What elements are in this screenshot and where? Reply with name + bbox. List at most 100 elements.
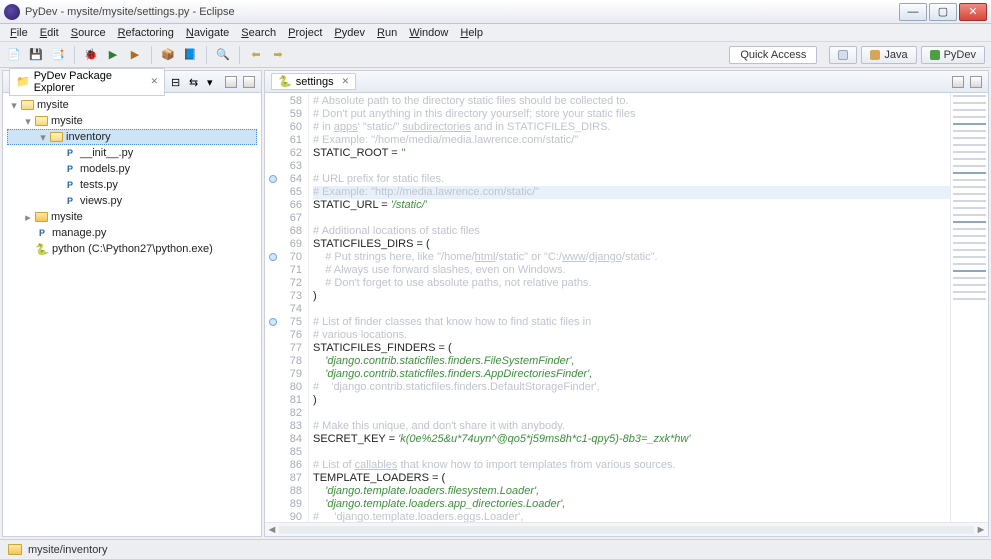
code-line[interactable]: # Always use forward slashes, even on Wi… (313, 264, 950, 277)
code-line[interactable]: 'django.template.loaders.filesystem.Load… (313, 485, 950, 498)
tree-node[interactable]: Pviews.py (7, 193, 257, 209)
code-line[interactable]: # URL prefix for static files. (313, 173, 950, 186)
code-line[interactable] (313, 212, 950, 225)
menu-navigate[interactable]: Navigate (180, 26, 235, 40)
overview-mark[interactable] (953, 207, 986, 209)
tree-node[interactable]: P__init__.py (7, 145, 257, 161)
overview-ruler[interactable] (950, 93, 988, 522)
code-line[interactable]: # Put strings here, like "/home/html/sta… (313, 251, 950, 264)
nav-fwd-icon[interactable]: ➡ (270, 47, 286, 63)
gutter-marker-icon[interactable] (269, 253, 277, 261)
overview-mark[interactable] (953, 151, 986, 153)
overview-mark[interactable] (953, 186, 986, 188)
overview-mark[interactable] (953, 242, 986, 244)
expand-icon[interactable]: ▸ (21, 211, 35, 224)
overview-mark[interactable] (953, 109, 986, 111)
code-line[interactable]: # 'django.contrib.staticfiles.finders.De… (313, 381, 950, 394)
menu-help[interactable]: Help (454, 26, 489, 40)
menu-refactoring[interactable]: Refactoring (112, 26, 180, 40)
menu-source[interactable]: Source (65, 26, 112, 40)
link-editor-icon[interactable]: ⇆ (189, 76, 201, 88)
code-line[interactable]: 'django.contrib.staticfiles.finders.AppD… (313, 368, 950, 381)
code-line[interactable]: # Example: "http://media.lawrence.com/st… (313, 186, 950, 199)
code-line[interactable]: 'django.contrib.staticfiles.finders.File… (313, 355, 950, 368)
maximize-view-icon[interactable] (243, 76, 255, 88)
overview-mark[interactable] (953, 249, 986, 251)
scroll-right-icon[interactable]: ► (974, 524, 988, 536)
minimize-button[interactable]: — (899, 3, 927, 21)
run-last-icon[interactable]: ▶ (127, 47, 143, 63)
view-menu-icon[interactable]: ▾ (207, 76, 219, 88)
code-line[interactable]: ) (313, 394, 950, 407)
code-line[interactable]: # 'django.template.loaders.eggs.Loader', (313, 511, 950, 522)
menu-pydev[interactable]: Pydev (328, 26, 371, 40)
debug-icon[interactable]: 🐞 (83, 47, 99, 63)
code-line[interactable]: # List of callables that know how to imp… (313, 459, 950, 472)
tree-node[interactable]: Ptests.py (7, 177, 257, 193)
overview-mark[interactable] (953, 193, 986, 195)
quick-access[interactable]: Quick Access (729, 46, 817, 64)
code-line[interactable]: # in apps' "static/" subdirectories and … (313, 121, 950, 134)
gutter-marker-icon[interactable] (269, 175, 277, 183)
code-line[interactable]: # Additional locations of static files (313, 225, 950, 238)
package-explorer-tab[interactable]: 📁 PyDev Package Explorer ✕ (9, 68, 165, 96)
menu-edit[interactable]: Edit (34, 26, 65, 40)
scroll-left-icon[interactable]: ◄ (265, 524, 279, 536)
overview-mark[interactable] (953, 221, 986, 223)
overview-mark[interactable] (953, 95, 986, 97)
open-perspective-button[interactable] (829, 46, 857, 64)
tree-node[interactable]: 🐍python (C:\Python27\python.exe) (7, 241, 257, 257)
code-line[interactable]: # Don't put anything in this directory y… (313, 108, 950, 121)
gutter-marker-icon[interactable] (269, 318, 277, 326)
code-line[interactable]: 'django.template.loaders.app_directories… (313, 498, 950, 511)
code-line[interactable]: # Don't forget to use absolute paths, no… (313, 277, 950, 290)
overview-mark[interactable] (953, 214, 986, 216)
overview-mark[interactable] (953, 165, 986, 167)
code-line[interactable]: # Example: "/home/media/media.lawrence.c… (313, 134, 950, 147)
code-line[interactable]: SECRET_KEY = 'k(0e%25&u*74uyn^@qo5*j59ms… (313, 433, 950, 446)
nav-back-icon[interactable]: ⬅ (248, 47, 264, 63)
overview-mark[interactable] (953, 158, 986, 160)
collapse-all-icon[interactable]: ⊟ (171, 76, 183, 88)
overview-mark[interactable] (953, 172, 986, 174)
maximize-editor-icon[interactable] (970, 76, 982, 88)
tree-node[interactable]: ▾mysite (7, 97, 257, 113)
collapse-icon[interactable]: ▾ (36, 131, 50, 144)
code-line[interactable]: STATIC_URL = '/static/' (313, 199, 950, 212)
overview-mark[interactable] (953, 270, 986, 272)
line-gutter[interactable]: 5859606162636465666768697071727374757677… (265, 93, 309, 522)
close-view-icon[interactable]: ✕ (150, 76, 158, 87)
save-icon[interactable]: 💾 (28, 47, 44, 63)
code-line[interactable]: TEMPLATE_LOADERS = ( (313, 472, 950, 485)
code-line[interactable] (313, 446, 950, 459)
new-module-icon[interactable]: 📘 (182, 47, 198, 63)
menu-file[interactable]: File (4, 26, 34, 40)
overview-mark[interactable] (953, 123, 986, 125)
editor-tab-settings[interactable]: 🐍 settings ✕ (271, 73, 356, 90)
code-line[interactable] (313, 160, 950, 173)
overview-mark[interactable] (953, 116, 986, 118)
overview-mark[interactable] (953, 235, 986, 237)
collapse-icon[interactable]: ▾ (7, 99, 21, 112)
new-icon[interactable]: 📄 (6, 47, 22, 63)
horizontal-scrollbar[interactable]: ◄ ► (265, 522, 988, 536)
code-line[interactable]: STATICFILES_DIRS = ( (313, 238, 950, 251)
code-line[interactable]: STATICFILES_FINDERS = ( (313, 342, 950, 355)
code-line[interactable] (313, 303, 950, 316)
code-line[interactable]: # Make this unique, and don't share it w… (313, 420, 950, 433)
overview-mark[interactable] (953, 130, 986, 132)
menu-window[interactable]: Window (403, 26, 454, 40)
close-tab-icon[interactable]: ✕ (342, 76, 350, 87)
menu-search[interactable]: Search (235, 26, 282, 40)
tree-node[interactable]: Pmanage.py (7, 225, 257, 241)
code-line[interactable]: ) (313, 290, 950, 303)
overview-mark[interactable] (953, 228, 986, 230)
tree-node[interactable]: ▾inventory (7, 129, 257, 145)
overview-mark[interactable] (953, 179, 986, 181)
perspective-pydev[interactable]: PyDev (921, 46, 985, 64)
code-editor[interactable]: # Absolute path to the directory static … (309, 93, 950, 522)
overview-mark[interactable] (953, 263, 986, 265)
project-tree[interactable]: ▾mysite▾mysite▾inventoryP__init__.pyPmod… (3, 93, 261, 536)
code-line[interactable]: # various locations. (313, 329, 950, 342)
save-all-icon[interactable]: 📑 (50, 47, 66, 63)
